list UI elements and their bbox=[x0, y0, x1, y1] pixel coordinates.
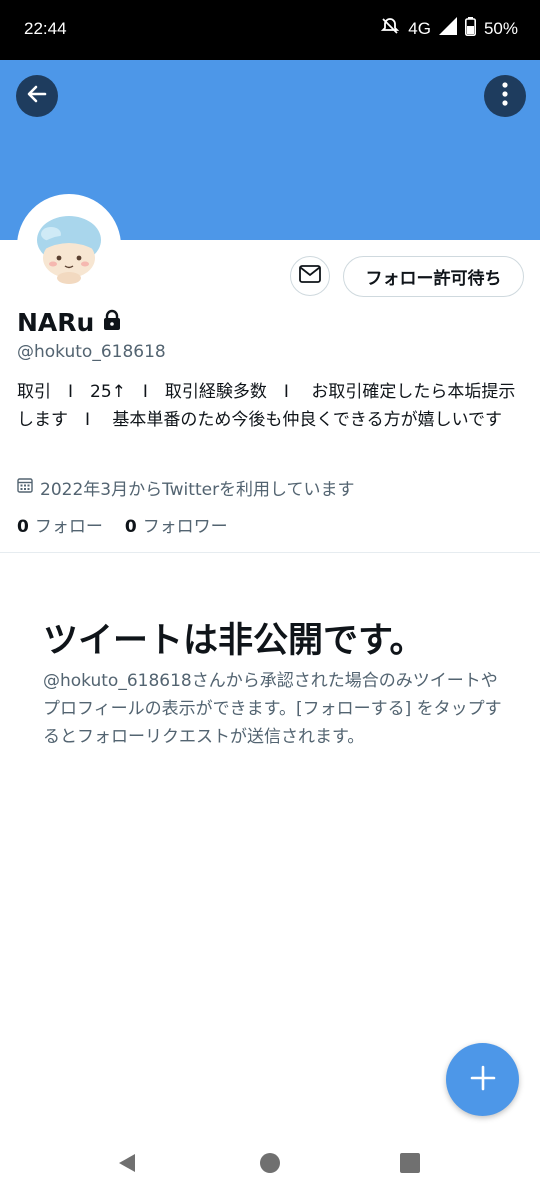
more-vertical-icon bbox=[501, 81, 509, 111]
triangle-back-icon bbox=[116, 1152, 138, 1178]
circle-home-icon bbox=[259, 1152, 281, 1178]
compose-tweet-button[interactable] bbox=[446, 1043, 519, 1116]
more-options-button[interactable] bbox=[484, 75, 526, 117]
divider bbox=[0, 552, 540, 553]
status-bar: 22:44 4G 50% bbox=[0, 0, 540, 60]
profile-bio: 取引 I 25↑ I 取引経験多数 I お取引確定したら本垢提示します I 基本… bbox=[17, 382, 516, 430]
profile-name-row: NARu bbox=[17, 308, 122, 337]
private-description: @hokuto_618618さんから承認された場合のみツイートやプロフィールの表… bbox=[43, 671, 502, 747]
follow-stats: 0 フォロー 0 フォロワー bbox=[17, 512, 228, 537]
followers-link[interactable]: 0 フォロワー bbox=[125, 512, 228, 537]
profile-name: NARu bbox=[17, 308, 95, 337]
signal-icon bbox=[438, 17, 457, 40]
lock-icon bbox=[102, 308, 122, 337]
alarm-off-icon bbox=[380, 16, 400, 41]
square-recents-icon bbox=[399, 1152, 421, 1178]
back-button[interactable] bbox=[16, 75, 58, 117]
profile-avatar[interactable] bbox=[17, 194, 121, 298]
calendar-icon bbox=[17, 477, 33, 498]
battery-percent: 50% bbox=[483, 18, 518, 38]
status-time: 22:44 bbox=[24, 19, 67, 38]
joined-date: 2022年3月からTwitterを利用しています bbox=[40, 480, 355, 500]
status-icons: 4G 50% bbox=[380, 16, 518, 41]
followers-count: 0 bbox=[124, 517, 137, 537]
mail-icon bbox=[299, 265, 321, 287]
message-button[interactable] bbox=[290, 256, 330, 296]
following-label: フォロー bbox=[34, 517, 103, 537]
nav-back-button[interactable] bbox=[114, 1152, 140, 1178]
battery-icon bbox=[464, 16, 476, 41]
plus-icon bbox=[469, 1064, 497, 1096]
profile-handle: @hokuto_618618 bbox=[17, 342, 166, 362]
private-title: ツイートは非公開です。 bbox=[43, 621, 425, 661]
following-link[interactable]: 0 フォロー bbox=[17, 512, 103, 537]
follow-pending-button[interactable]: フォロー許可待ち bbox=[343, 256, 524, 297]
cartoon-avatar bbox=[21, 198, 117, 294]
nav-home-button[interactable] bbox=[257, 1152, 283, 1178]
joined-date-row: 2022年3月からTwitterを利用しています bbox=[17, 475, 355, 500]
followers-label: フォロワー bbox=[142, 517, 228, 537]
network-label: 4G bbox=[408, 18, 431, 38]
system-nav-bar bbox=[0, 1130, 540, 1200]
nav-recents-button[interactable] bbox=[397, 1152, 423, 1178]
following-count: 0 bbox=[17, 517, 29, 537]
arrow-left-icon bbox=[24, 81, 50, 111]
